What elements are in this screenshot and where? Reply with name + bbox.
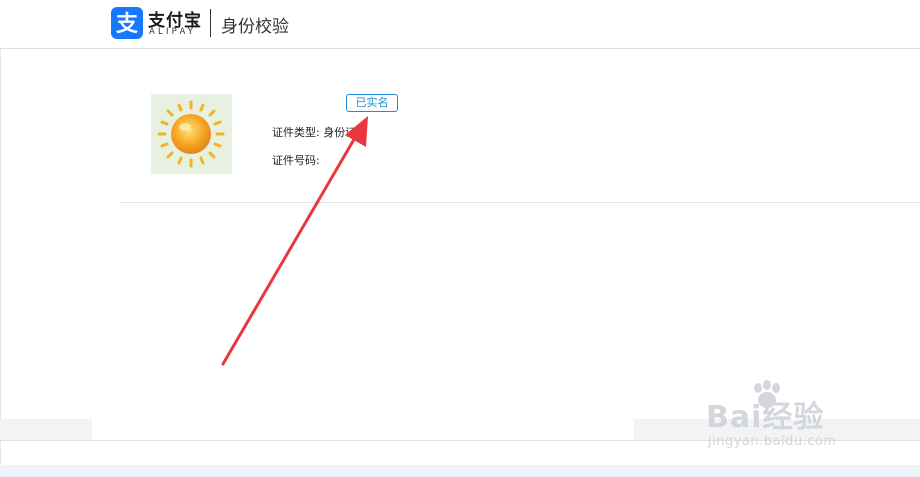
alipay-logo-icon[interactable]: 支 (111, 7, 143, 39)
bottom-strip (0, 465, 920, 477)
header-divider (210, 9, 211, 37)
content-divider (121, 202, 920, 203)
baidu-watermark: Bai经验 jingyan.baidu.com (706, 380, 876, 460)
id-type-row: 证件类型: 身份证 (272, 124, 356, 140)
watermark-sub: jingyan.baidu.com (708, 434, 837, 449)
footer-band-left (0, 419, 92, 440)
sun-avatar-icon (151, 94, 232, 174)
svg-text:支: 支 (116, 12, 139, 37)
page-title: 身份校验 (221, 17, 289, 37)
id-number-label: 证件号码: (272, 154, 320, 167)
id-type-value: 身份证 (323, 126, 357, 139)
watermark-main: Bai经验 (706, 400, 825, 435)
id-type-label: 证件类型: (272, 126, 320, 139)
header-bar: 支 支付宝 ALIPAY 身份校验 (0, 0, 920, 49)
verified-badge: 已实名 (346, 94, 398, 112)
id-number-row: 证件号码: (272, 152, 320, 168)
brand-sub: ALIPAY (149, 27, 197, 37)
